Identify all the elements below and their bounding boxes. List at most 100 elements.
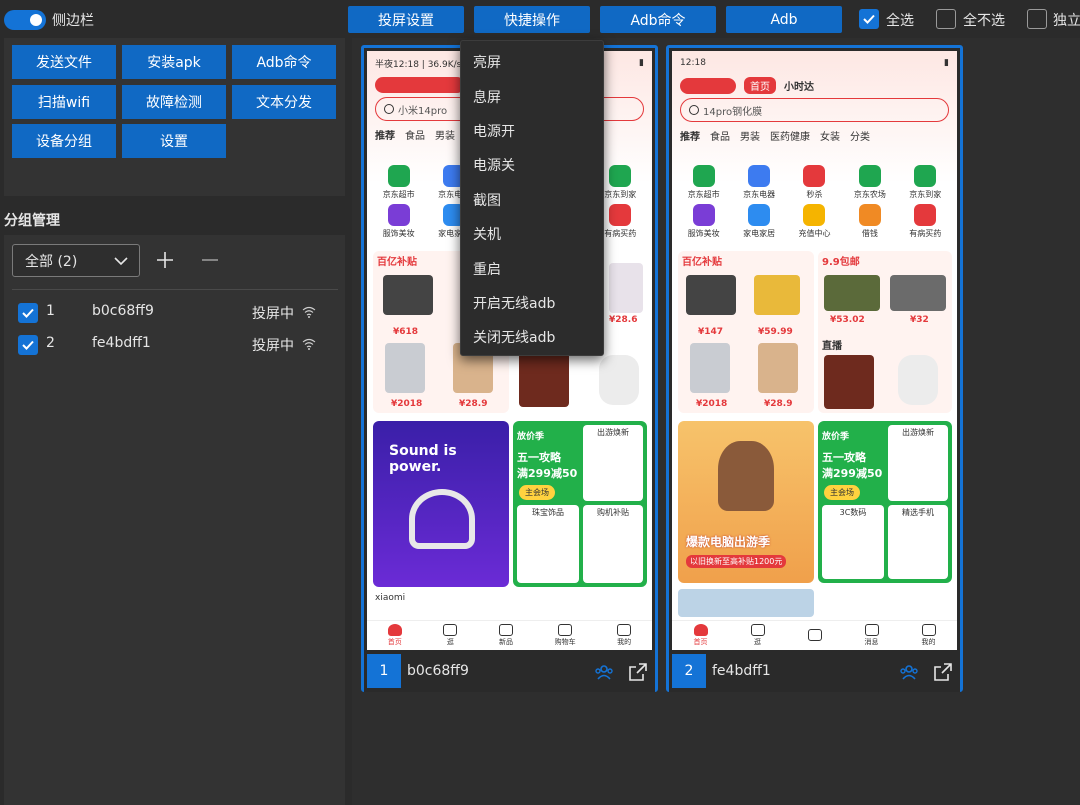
phone-nav-cart[interactable]: 购物车 [555,624,576,647]
phone-nav-browse[interactable]: 逛 [750,624,765,647]
banner-tile[interactable]: Sound is power. [373,421,509,587]
menu-item-shutdown[interactable]: 关机 [461,217,603,251]
promo-tile[interactable]: 放价季 五一攻略 满299减50 主会场 出游焕新 3C数码 精选手机 [818,421,952,583]
phone-shortcut[interactable]: 服饰美妆 [371,204,426,239]
group-select[interactable]: 全部 (2) [12,244,140,277]
sidebar-adb-command-button[interactable]: Adb命令 [232,45,336,79]
subsidy-tile[interactable]: 百亿补贴 ¥147 ¥59.99 ¥2018 ¥28.9 [678,251,814,413]
device-group-button[interactable]: 设备分组 [12,124,116,158]
phone-tab[interactable]: 推荐 [680,128,700,143]
fault-detect-button[interactable]: 故障检测 [122,85,226,119]
group-select-value: 全部 (2) [25,253,78,270]
phone-shortcut[interactable]: 京东到家 [898,165,953,200]
phone-tab[interactable]: 男装 [740,128,760,143]
phone-screen[interactable]: 12:18 ▮ 首页 小时达 14pro钢化膜 推荐 食品 男装 医药健康 女装 … [672,51,957,650]
battery-icon: ▮ [944,58,949,68]
header-tab[interactable]: 首页 [744,77,776,94]
phone-header-tabs: 首页 小时达 [680,77,949,94]
product-tile[interactable]: 9.9包邮 ¥53.02 ¥32 直播 [818,251,952,413]
product-image [599,355,639,405]
remove-group-button[interactable] [198,248,222,272]
phone-nav-browse[interactable]: 逛 [443,624,458,647]
menu-item-screenshot[interactable]: 截图 [461,183,603,217]
phone-nav-live[interactable] [807,629,822,642]
price: ¥28.6 [609,315,638,325]
phone-tab[interactable]: 食品 [710,128,730,143]
phone-nav-new[interactable]: 新品 [498,624,513,647]
price: ¥59.99 [758,327,793,337]
banner-tile[interactable]: 爆款电脑出游季 以旧换新至高补贴1200元 [678,421,814,583]
price: ¥2018 [391,399,423,409]
phone-nav-messages[interactable]: 消息 [864,624,879,647]
phone-nav-home[interactable]: 首页 [387,624,402,647]
phone-shortcut[interactable]: 京东电器 [731,165,786,200]
menu-item-reboot[interactable]: 重启 [461,251,603,285]
group-management-title: 分组管理 [4,213,60,229]
device-checkbox[interactable] [18,335,38,355]
phone-shortcut[interactable]: 借钱 [842,204,897,239]
independent-checkbox[interactable] [1027,9,1047,29]
promo-tile[interactable]: 放价季 五一攻略 满299减50 主会场 出游焕新 珠宝饰品 购机补贴 [513,421,647,587]
adb-button[interactable]: Adb [726,6,842,33]
header-tab[interactable]: 小时达 [784,78,814,93]
menu-item-power-on[interactable]: 电源开 [461,114,603,148]
device-checkbox[interactable] [18,303,38,323]
phone-tab[interactable]: 食品 [405,127,425,142]
device-id: b0c68ff9 [92,303,154,319]
mirror-settings-button[interactable]: 投屏设置 [348,6,464,33]
phone-shortcut[interactable]: 秒杀 [787,165,842,200]
menu-item-power-off[interactable]: 电源关 [461,148,603,182]
section-title: 百亿补贴 [377,257,417,268]
select-none-checkbox[interactable] [936,9,956,29]
group-icon[interactable] [899,662,919,682]
phone-tab[interactable]: 分类 [850,128,870,143]
phone-nav-me[interactable]: 我的 [617,624,632,647]
menu-item-screen-on[interactable]: 亮屏 [461,45,603,79]
device-row[interactable]: 2 fe4bdff1 投屏中 [0,328,345,360]
device-row[interactable]: 1 b0c68ff9 投屏中 [0,296,345,328]
mini-tile: 购机补贴 [583,505,643,583]
popout-icon[interactable] [933,662,953,682]
menu-item-enable-wireless-adb[interactable]: 开启无线adb [461,286,603,320]
phone-nav-home[interactable]: 首页 [693,624,708,647]
popout-icon[interactable] [628,662,648,682]
group-icon[interactable] [594,662,614,682]
select-all-checkbox[interactable] [859,9,879,29]
send-file-button[interactable]: 发送文件 [12,45,116,79]
phone-search[interactable]: 14pro钢化膜 [680,98,949,122]
quick-actions-button[interactable]: 快捷操作 [474,6,590,33]
phone-tab[interactable]: 男装 [435,127,455,142]
phone-shortcut[interactable]: 京东超市 [676,165,731,200]
card-index: 1 [367,654,401,688]
section-title: 9.9包邮 [822,257,860,268]
device-status: 投屏中 [252,306,294,322]
install-apk-button[interactable]: 安装apk [122,45,226,79]
product-image [383,275,433,315]
menu-item-disable-wireless-adb[interactable]: 关闭无线adb [461,320,603,354]
sidebar-toggle[interactable] [4,10,46,30]
phone-tab[interactable]: 医药健康 [770,128,810,143]
section-title: 百亿补贴 [682,257,722,268]
phone-tab-bar: 首页 逛 消息 我的 [672,620,957,650]
text-distribute-button[interactable]: 文本分发 [232,85,336,119]
phone-shortcut[interactable]: 服饰美妆 [676,204,731,239]
add-group-button[interactable] [153,248,177,272]
toggle-knob [30,14,42,26]
product-image [690,343,730,393]
device-card[interactable]: 12:18 ▮ 首页 小时达 14pro钢化膜 推荐 食品 男装 医药健康 女装 … [666,45,963,692]
phone-tab[interactable]: 推荐 [375,127,395,142]
promo-button[interactable]: 主会场 [519,485,555,500]
phone-shortcut[interactable]: 充值中心 [787,204,842,239]
settings-button[interactable]: 设置 [122,124,226,158]
phone-shortcut[interactable]: 京东超市 [371,165,426,200]
menu-item-screen-off[interactable]: 息屏 [461,79,603,113]
scan-wifi-button[interactable]: 扫描wifi [12,85,116,119]
promo-button[interactable]: 主会场 [824,485,860,500]
phone-shortcut[interactable]: 有病买药 [898,204,953,239]
phone-shortcut[interactable]: 家电家居 [731,204,786,239]
phone-tab[interactable]: 女装 [820,128,840,143]
phone-nav-me[interactable]: 我的 [921,624,936,647]
select-all-label: 全选 [886,13,914,29]
phone-shortcut[interactable]: 京东农场 [842,165,897,200]
adb-command-button[interactable]: Adb命令 [600,6,716,33]
